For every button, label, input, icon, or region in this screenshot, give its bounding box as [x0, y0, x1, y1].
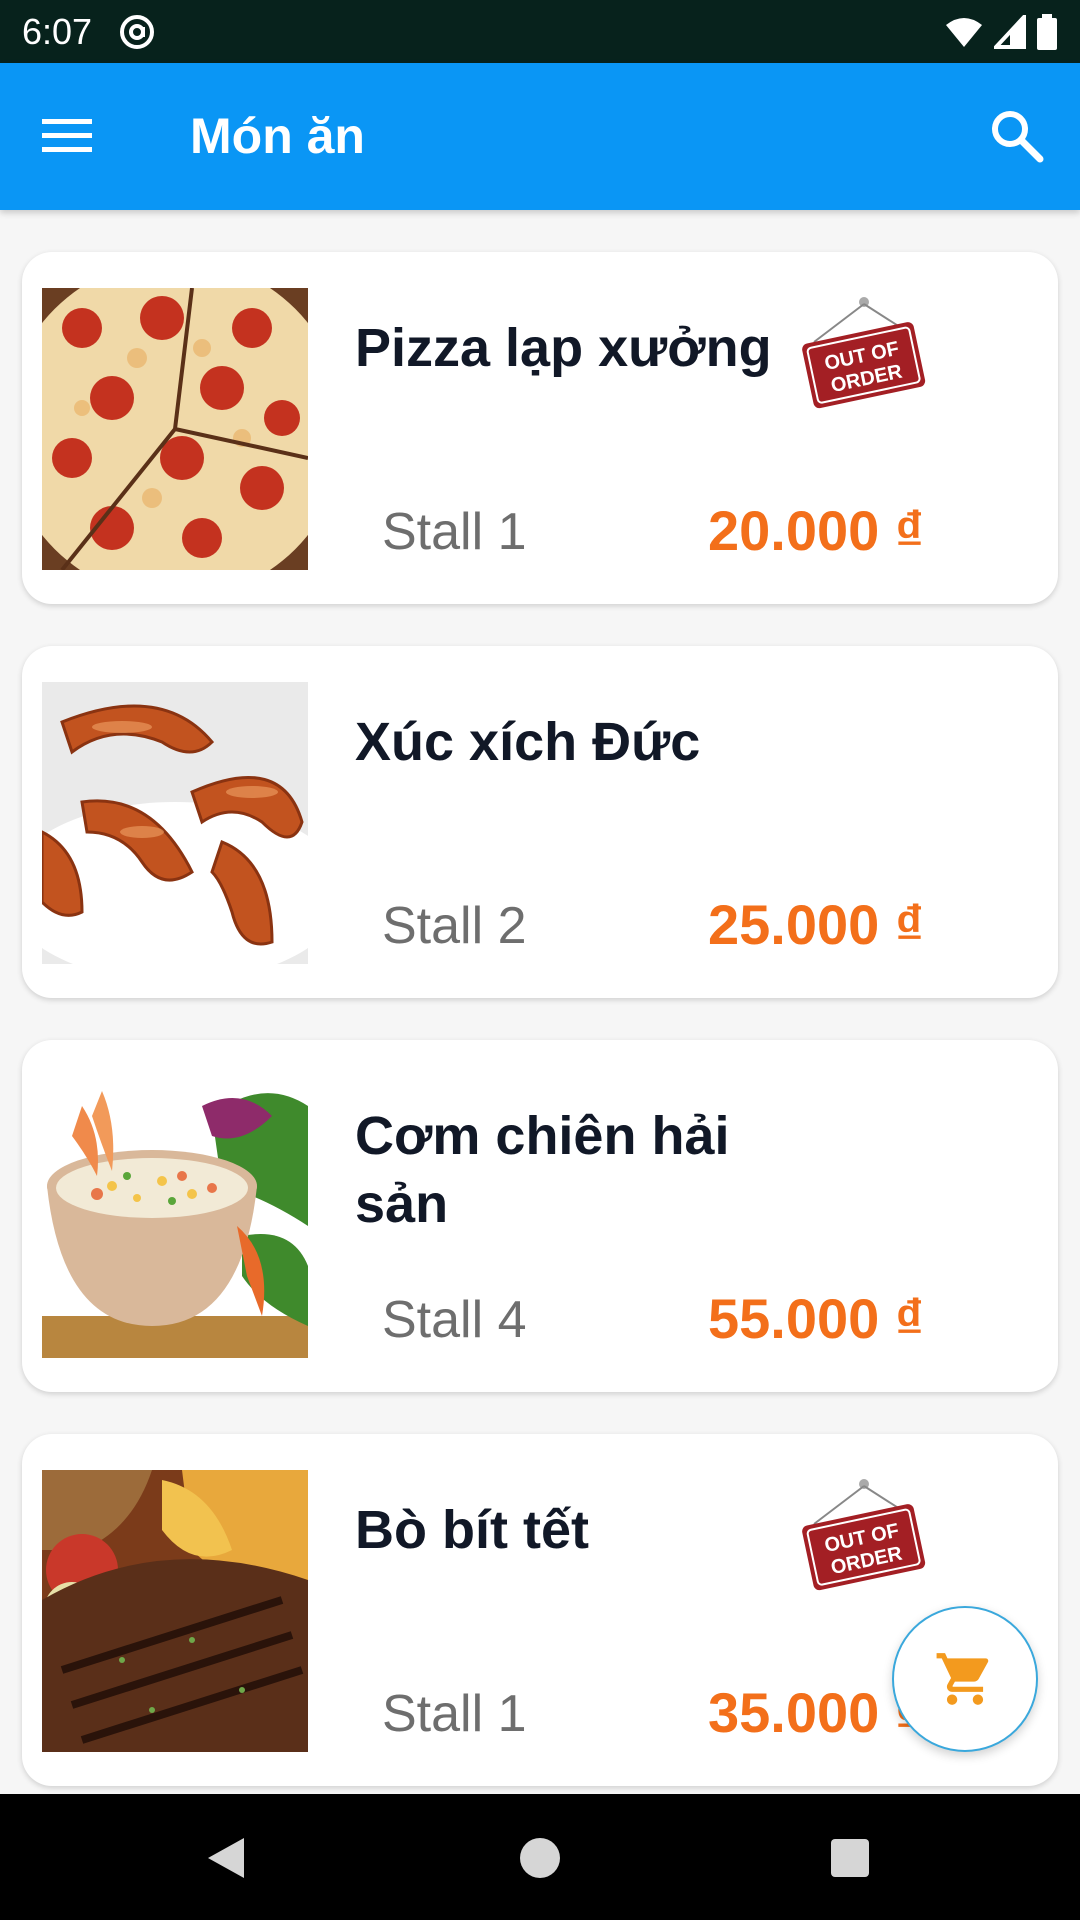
status-time: 6:07 [22, 10, 93, 52]
cart-icon [936, 1653, 989, 1705]
stall-label: Stall 1 [382, 503, 527, 561]
food-name: Pizza lạp xưởng [355, 318, 772, 378]
home-icon[interactable] [512, 1830, 568, 1886]
price-label: 20.000 ₫ [708, 499, 924, 562]
out-of-order-sign: OUT OF ORDER [802, 297, 926, 409]
food-name: Cơm chiên hải sản [355, 1106, 730, 1234]
out-of-order-sign: OUT OF ORDER [802, 1479, 926, 1591]
navigation-bar [0, 1794, 1080, 1920]
back-icon[interactable] [198, 1830, 254, 1886]
price-label: 55.000 ₫ [708, 1287, 924, 1350]
status-icons [944, 13, 1058, 50]
signal-icon [994, 14, 1026, 49]
app-bar: Món ăn [0, 63, 1080, 210]
food-card[interactable]: Xúc xích Đức Stall 2 25.000 ₫ [22, 646, 1058, 998]
menu-icon[interactable] [40, 113, 96, 159]
cart-button[interactable] [892, 1606, 1038, 1752]
steak-image [42, 1470, 308, 1752]
food-name: Xúc xích Đức [355, 712, 701, 772]
pizza-image [42, 288, 308, 570]
stall-label: Stall 4 [382, 1291, 527, 1349]
battery-icon [1037, 13, 1057, 50]
wifi-icon [946, 17, 982, 47]
search-icon[interactable] [988, 107, 1046, 165]
price-label: 25.000 ₫ [708, 893, 924, 956]
sausage-image [42, 682, 308, 964]
food-list: Pizza lạp xưởng OUT OF ORDER Stall 1 20.… [0, 210, 1080, 1794]
food-card[interactable]: Cơm chiên hải sản Stall 4 55.000 ₫ [22, 1040, 1058, 1392]
stall-label: Stall 2 [382, 897, 527, 955]
price-label: 35.000 ₫ [708, 1681, 924, 1744]
page-title: Món ăn [190, 108, 365, 164]
fried-rice-image [42, 1076, 308, 1358]
food-name: Bò bít tết [355, 1500, 589, 1560]
status-bar: 6:07 [0, 0, 1080, 63]
food-card[interactable]: Pizza lạp xưởng OUT OF ORDER Stall 1 20.… [22, 252, 1058, 604]
food-card[interactable]: Bò bít tết OUT OF ORDER Stall 1 35.000 ₫ [22, 1434, 1058, 1786]
at-sign-icon [120, 14, 155, 49]
recents-icon[interactable] [822, 1830, 878, 1886]
stall-label: Stall 1 [382, 1685, 527, 1743]
